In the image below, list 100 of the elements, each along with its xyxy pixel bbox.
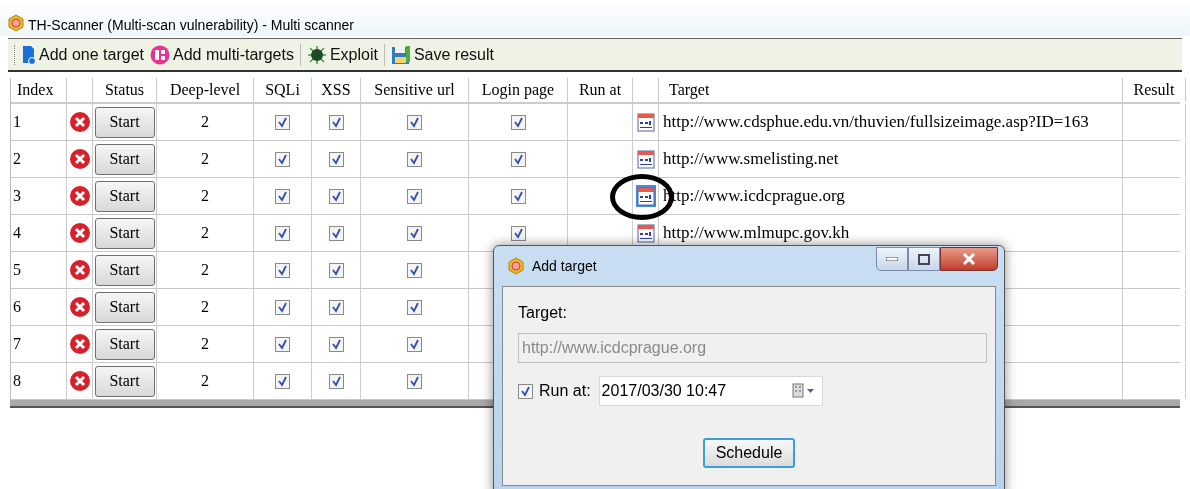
column-header: Target	[669, 80, 710, 101]
checkbox[interactable]	[407, 336, 422, 352]
table-cell-text: http://www.smelisting.net	[663, 148, 839, 171]
checkbox[interactable]	[328, 299, 344, 315]
start-button[interactable]: Start	[94, 180, 155, 212]
checkbox[interactable]	[275, 336, 290, 352]
checkbox[interactable]	[518, 383, 533, 399]
close-icon	[962, 253, 976, 265]
checkbox[interactable]	[407, 114, 422, 130]
table-cell-text: 1	[13, 112, 21, 132]
toolbar-button[interactable]: Exploit	[306, 44, 378, 65]
checkbox[interactable]	[510, 188, 526, 204]
checkbox[interactable]	[275, 373, 290, 389]
checkbox[interactable]	[328, 225, 344, 241]
minimize-icon	[886, 257, 898, 261]
table-cell-text: http://www.cdsphue.edu.vn/thuvien/fullsizeimage.asp?ID=163	[663, 111, 1089, 134]
toolbar-button[interactable]: Add one target	[22, 44, 144, 65]
column-header: Deep-level	[169, 80, 241, 101]
checkbox[interactable]	[275, 188, 290, 204]
table-cell-text: 8	[13, 371, 21, 391]
column-header: Run at	[578, 80, 622, 100]
start-button[interactable]: Start	[94, 217, 155, 249]
floppy-icon	[390, 44, 411, 65]
column-header: SQLi	[265, 80, 300, 100]
app-logo-icon	[8, 14, 24, 32]
window-title: TH-Scanner (Multi-scan vulnerability) - Multi scanner	[28, 18, 354, 32]
start-button[interactable]: Start	[94, 254, 155, 286]
column-header: Login page	[481, 80, 555, 101]
close-button[interactable]	[940, 247, 998, 271]
table-cell-text: 2	[201, 186, 209, 206]
table-cell-text: 2	[201, 112, 209, 132]
maximize-icon	[918, 253, 930, 265]
checkbox[interactable]	[407, 188, 422, 204]
table-cell-text: 3	[13, 186, 21, 206]
checkbox[interactable]	[328, 151, 344, 167]
checkbox[interactable]	[328, 114, 344, 130]
error-icon	[68, 148, 91, 170]
table-cell-text: 4	[13, 223, 21, 243]
error-icon	[68, 259, 91, 281]
checkbox[interactable]	[510, 114, 526, 130]
table-cell-text: 2	[201, 297, 209, 317]
checkbox[interactable]	[275, 114, 290, 130]
table-cell-text: 2	[201, 149, 209, 169]
table-cell-text: 5	[13, 260, 21, 280]
table-cell-text: 6	[13, 297, 21, 317]
calendar-dropdown-icon[interactable]	[791, 383, 816, 399]
table-cell-text: 2	[201, 334, 209, 354]
calendar-icon[interactable]	[635, 111, 656, 133]
calendar-icon[interactable]	[635, 222, 656, 244]
checkbox[interactable]	[407, 151, 422, 167]
column-header: Index	[17, 80, 54, 100]
error-icon	[68, 370, 91, 392]
error-icon	[68, 185, 91, 207]
toolbar-button[interactable]: Add multi-targets	[149, 44, 294, 65]
document-icon	[22, 44, 36, 65]
calendar-icon[interactable]	[635, 185, 656, 207]
virus-icon	[306, 44, 327, 65]
target-label: Target:	[518, 303, 568, 323]
start-button[interactable]: Start	[94, 328, 155, 360]
table-cell-text: 7	[13, 334, 21, 354]
checkbox[interactable]	[407, 262, 422, 278]
grid-icon	[149, 44, 170, 65]
start-button[interactable]: Start	[94, 365, 155, 397]
error-icon	[68, 333, 91, 355]
checkbox[interactable]	[275, 225, 290, 241]
checkbox[interactable]	[275, 151, 290, 167]
error-icon	[68, 111, 91, 133]
table-cell-text: http://www.mlmupc.gov.kh	[663, 222, 850, 245]
dialog-title: Add target	[532, 256, 597, 276]
checkbox[interactable]	[328, 262, 344, 278]
schedule-button[interactable]: Schedule	[703, 438, 795, 468]
run-at-label: Run at:	[539, 381, 591, 401]
column-header: XSS	[321, 80, 351, 100]
table-cell-text: 2	[13, 149, 21, 169]
table-cell-text: 2	[201, 223, 209, 243]
calendar-icon[interactable]	[635, 148, 656, 170]
column-header: Sensitive url	[374, 80, 455, 100]
checkbox[interactable]	[328, 373, 344, 389]
maximize-button[interactable]	[908, 247, 940, 271]
error-icon	[68, 296, 91, 318]
date-field[interactable]: 2017/03/30 10:47	[598, 376, 823, 406]
checkbox[interactable]	[407, 373, 422, 389]
column-header: Result	[1133, 80, 1175, 100]
checkbox[interactable]	[510, 225, 526, 241]
app-logo-icon	[508, 257, 524, 275]
start-button[interactable]: Start	[94, 106, 155, 138]
start-button[interactable]: Start	[94, 291, 155, 323]
checkbox[interactable]	[510, 151, 526, 167]
checkbox[interactable]	[275, 299, 290, 315]
table-cell-text: 2	[201, 371, 209, 391]
checkbox[interactable]	[328, 188, 344, 204]
table-cell-text: 2	[201, 260, 209, 280]
checkbox[interactable]	[328, 336, 344, 352]
start-button[interactable]: Start	[94, 143, 155, 175]
toolbar-button[interactable]: Save result	[390, 44, 494, 65]
checkbox[interactable]	[407, 225, 422, 241]
column-header: Status	[104, 80, 145, 100]
error-icon	[68, 222, 91, 244]
checkbox[interactable]	[275, 262, 290, 278]
checkbox[interactable]	[407, 299, 422, 315]
